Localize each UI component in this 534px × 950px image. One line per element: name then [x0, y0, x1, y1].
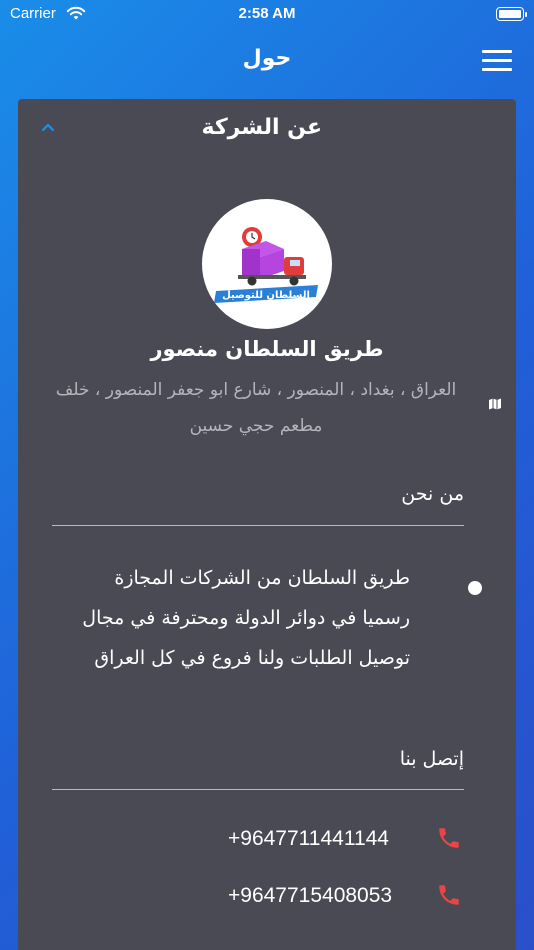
hamburger-menu-icon[interactable]: [482, 50, 512, 74]
phone-number[interactable]: +9647711441144: [228, 827, 389, 851]
logo-text: السلطان للتوصيل: [222, 290, 310, 301]
status-bar: Carrier 2:58 AM: [0, 0, 534, 30]
contact-us-title: إتصل بنا: [399, 748, 464, 770]
about-card: عن الشركة السلطان للتوصيل طريق السلطان م…: [18, 99, 516, 950]
contact-divider: [52, 789, 464, 790]
card-header-title: عن الشركة: [201, 115, 323, 140]
phone-number[interactable]: +9647715408053: [228, 884, 392, 908]
about-us-title: من نحن: [401, 483, 464, 505]
bullet-icon: [468, 581, 482, 595]
clock: 2:58 AM: [238, 5, 296, 22]
phone-icon[interactable]: [436, 882, 462, 908]
company-address: العراق ، بغداد ، المنصور ، شارع ابو جعفر…: [55, 380, 457, 436]
delivery-truck-logo-icon: السلطان للتوصيل: [214, 227, 318, 303]
map-icon[interactable]: [488, 397, 502, 411]
about-divider: [52, 525, 464, 526]
about-us-text: طريق السلطان من الشركات المجازة رسميا في…: [82, 567, 410, 669]
battery-icon: [496, 7, 527, 21]
phone-row-2[interactable]: +9647715408053: [228, 882, 478, 912]
company-logo: السلطان للتوصيل: [202, 199, 332, 329]
company-name: طريق السلطان منصور: [150, 337, 384, 361]
phone-row-1[interactable]: +9647711441144: [228, 825, 478, 855]
page-title: حول: [242, 46, 292, 71]
chevron-up-icon[interactable]: [40, 119, 56, 135]
phone-icon[interactable]: [436, 825, 462, 851]
